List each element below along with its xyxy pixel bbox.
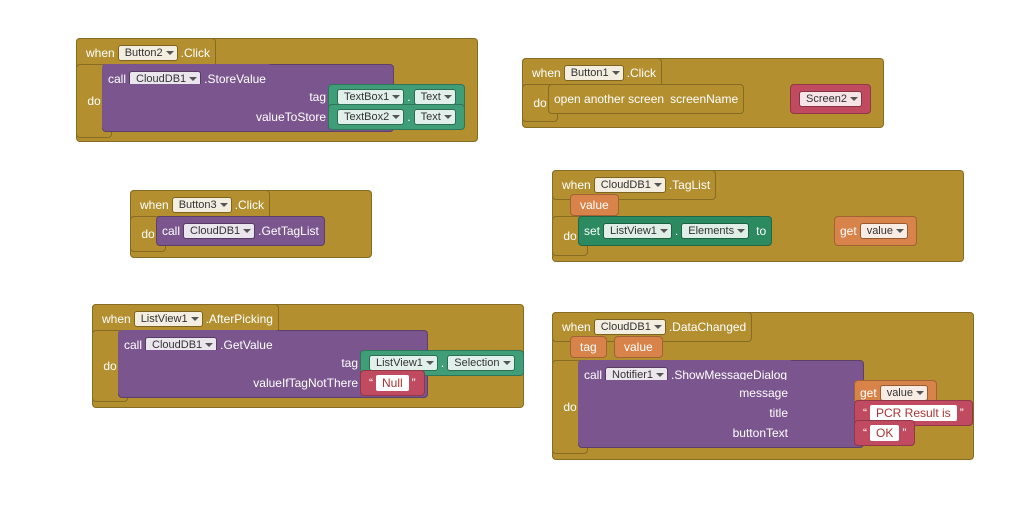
do-text: do (563, 229, 576, 243)
button1-dropdown[interactable]: Button1 (565, 66, 623, 80)
title-label: title (769, 406, 788, 420)
getvar-dropdown[interactable]: value (861, 224, 907, 238)
open-screen[interactable]: open another screen screenName (548, 84, 744, 114)
listview-dropdown-5b[interactable]: ListView1 (370, 356, 437, 370)
quote-close: ” (409, 376, 419, 390)
listview-dropdown-5[interactable]: ListView1 (135, 312, 202, 326)
do-text: do (141, 227, 154, 241)
when-label: when (102, 312, 131, 326)
tag-var-label: tag (580, 340, 597, 354)
click-label: .Click (181, 46, 210, 60)
vts-label: valueToStore (256, 110, 326, 124)
screenname-label: screenName (670, 92, 738, 106)
do-text: do (103, 359, 116, 373)
quote-open: “ (860, 406, 870, 420)
when-label: when (562, 178, 591, 192)
quote-close: ” (957, 406, 967, 420)
dot-label: . (675, 224, 678, 238)
screen2-value[interactable]: Screen2 (790, 84, 871, 114)
quote-open: “ (860, 426, 870, 440)
clouddb-dropdown-6[interactable]: CloudDB1 (595, 320, 665, 334)
value-var-label: value (624, 340, 653, 354)
when-label: when (532, 66, 561, 80)
clouddb-dropdown-3[interactable]: CloudDB1 (184, 224, 254, 238)
selection-dropdown[interactable]: Selection (448, 356, 513, 370)
button2-dropdown[interactable]: Button2 (119, 46, 177, 60)
vint-label: valueIfTagNotThere (253, 376, 358, 390)
dot-label-2: . (407, 110, 410, 124)
dot-label: . (407, 90, 410, 104)
screen-dropdown[interactable]: Screen2 (800, 92, 861, 106)
ok-text: OK (870, 425, 899, 441)
textbox2-text[interactable]: TextBox2 . Text (328, 104, 465, 130)
var-tag-decl[interactable]: tag (570, 336, 607, 358)
when-label: when (140, 198, 169, 212)
datachanged-label: .DataChanged (669, 320, 746, 334)
ok-text-value[interactable]: “ OK ” (854, 420, 915, 446)
getvar-dropdown-6[interactable]: value (881, 386, 927, 400)
dot-label: . (441, 356, 444, 370)
tag-label: tag (309, 90, 326, 104)
vint-slot: valueIfTagNotThere (118, 370, 364, 396)
textbox1-dropdown[interactable]: TextBox1 (338, 90, 403, 104)
gettaglist-label: .GetTagList (258, 224, 319, 238)
quote-open: “ (366, 376, 376, 390)
do-text: do (533, 96, 546, 110)
var-value-decl-6[interactable]: value (614, 336, 663, 358)
buttontext-slot: buttonText (578, 420, 794, 446)
quote-close: ” (899, 426, 909, 440)
null-text: Null (376, 375, 409, 391)
vts-slot: valueToStore (102, 104, 332, 130)
clouddb-dropdown-4[interactable]: CloudDB1 (595, 178, 665, 192)
do-text: do (87, 94, 100, 108)
buttontext-label: buttonText (733, 426, 788, 440)
to-label: to (756, 224, 766, 238)
value-var-label: value (580, 198, 609, 212)
taglist-label: .TagList (669, 178, 710, 192)
title-text: PCR Result is (870, 405, 957, 421)
var-value-decl[interactable]: value (570, 194, 619, 216)
canvas: when Button2 .Click do call CloudDB1 .St… (0, 0, 1024, 514)
afterpicking-label: .AfterPicking (206, 312, 273, 326)
click-label: .Click (235, 198, 264, 212)
when-label: when (562, 320, 591, 334)
elements-dropdown[interactable]: Elements (682, 224, 748, 238)
set-listview-elements[interactable]: set ListView1 . Elements to (578, 216, 772, 246)
listview-dropdown[interactable]: ListView1 (604, 224, 671, 238)
button3-dropdown[interactable]: Button3 (173, 198, 231, 212)
get-label: get (860, 386, 877, 400)
get-value[interactable]: get value (834, 216, 917, 246)
call-label: call (162, 224, 180, 238)
textbox2-dropdown[interactable]: TextBox2 (338, 110, 403, 124)
message-label: message (739, 386, 788, 400)
open-label: open another screen (554, 92, 664, 106)
set-label: set (584, 224, 600, 238)
text-dropdown-1[interactable]: Text (415, 90, 455, 104)
get-label: get (840, 224, 857, 238)
when-label: when (86, 46, 115, 60)
do-text: do (563, 400, 576, 414)
text-dropdown-2[interactable]: Text (415, 110, 455, 124)
call-gettaglist[interactable]: call CloudDB1 .GetTagList (156, 216, 325, 246)
tag-label: tag (341, 356, 358, 370)
null-value[interactable]: “ Null ” (360, 370, 425, 396)
click-label: .Click (627, 66, 656, 80)
